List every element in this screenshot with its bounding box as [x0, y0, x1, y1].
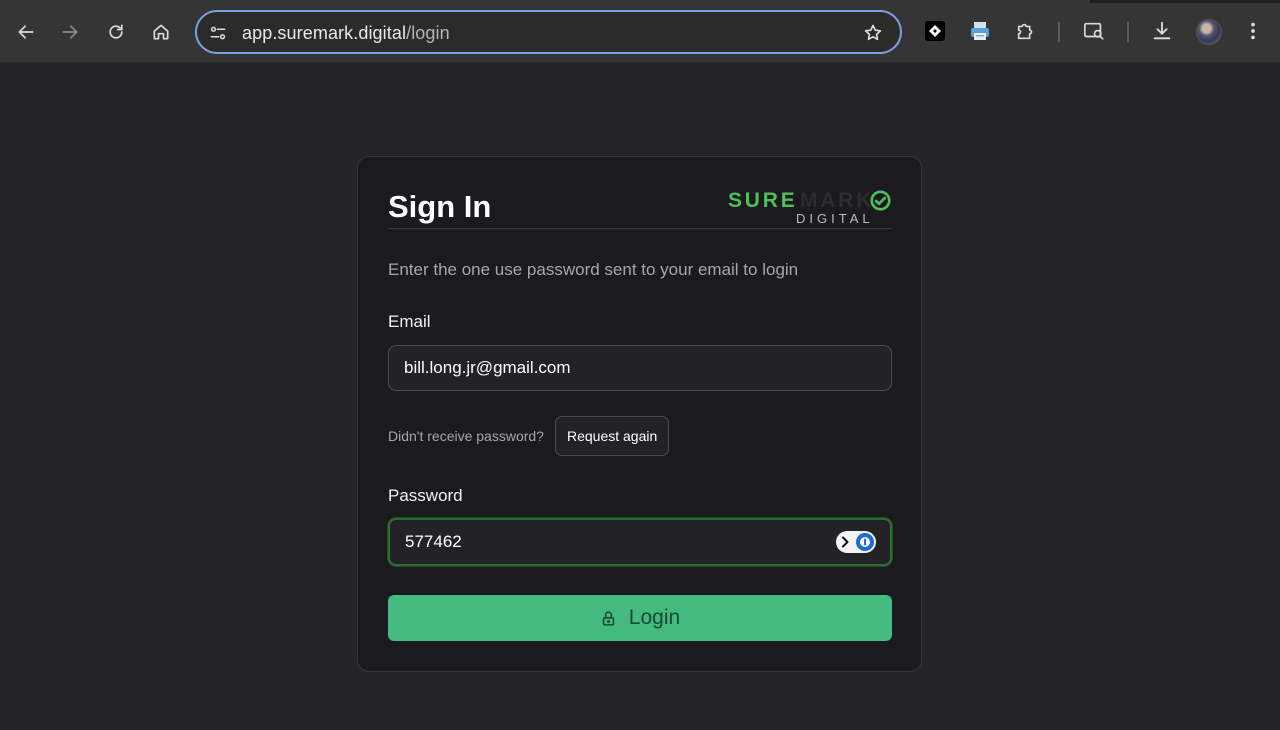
forward-button[interactable]: [55, 17, 85, 47]
password-manager-icon[interactable]: [836, 531, 876, 553]
login-button[interactable]: Login: [388, 595, 892, 641]
toolbar-divider: [1127, 22, 1129, 42]
divider: [388, 228, 892, 229]
url-host: app.suremark.digital: [242, 23, 407, 43]
login-card: Sign In SURE MARK DIGITAL Enter the one …: [357, 156, 922, 672]
profile-avatar[interactable]: [1196, 19, 1222, 45]
more-menu-icon[interactable]: [1242, 20, 1264, 42]
resend-row: Didn't receive password? Request again: [388, 416, 670, 456]
tab-search-icon[interactable]: [1083, 20, 1105, 42]
home-icon: [153, 24, 169, 40]
reload-icon: [109, 24, 123, 39]
active-tab-edge: [0, 0, 1090, 3]
password-label: Password: [388, 486, 463, 505]
toolbar-divider: [1058, 22, 1060, 42]
request-again-button[interactable]: Request again: [554, 416, 670, 456]
email-label: Email: [388, 312, 431, 331]
check-circle-icon: [870, 190, 891, 211]
instructions-text: Enter the one use password sent to your …: [388, 260, 799, 279]
home-button[interactable]: [146, 17, 176, 47]
download-icon[interactable]: [1151, 20, 1173, 42]
url-text: app.suremark.digital/login: [242, 23, 450, 44]
bookmark-star-icon[interactable]: [862, 22, 884, 44]
back-icon: [18, 25, 34, 39]
password-field[interactable]: 577462: [388, 518, 892, 566]
printer-extension-icon[interactable]: [969, 20, 991, 42]
forward-icon: [62, 25, 78, 39]
puzzle-icon[interactable]: [1015, 20, 1037, 42]
onepassword-icon: [856, 533, 874, 551]
back-button[interactable]: [11, 17, 41, 47]
reload-button[interactable]: [101, 17, 131, 47]
resend-hint: Didn't receive password?: [388, 428, 544, 444]
login-button-label: Login: [628, 606, 681, 629]
page-title: Sign In: [388, 189, 492, 224]
address-bar[interactable]: app.suremark.digital/login: [195, 10, 902, 54]
lock-icon: [602, 610, 615, 626]
chevron-right-icon: [842, 536, 849, 548]
email-field[interactable]: bill.long.jr@gmail.com: [388, 345, 892, 391]
logo-text-digital: DIGITAL: [796, 211, 874, 226]
tab-strip: [0, 0, 1280, 3]
url-path: /login: [406, 23, 450, 43]
site-settings-icon[interactable]: [207, 22, 229, 44]
browser-toolbar: app.suremark.digital/login: [0, 0, 1280, 63]
suremark-logo: SURE MARK DIGITAL: [728, 189, 894, 227]
logo-text-sure: SURE: [728, 189, 798, 212]
extension-icon[interactable]: [924, 20, 946, 42]
logo-text-mark: MARK: [800, 189, 875, 212]
password-value: 577462: [405, 532, 462, 551]
